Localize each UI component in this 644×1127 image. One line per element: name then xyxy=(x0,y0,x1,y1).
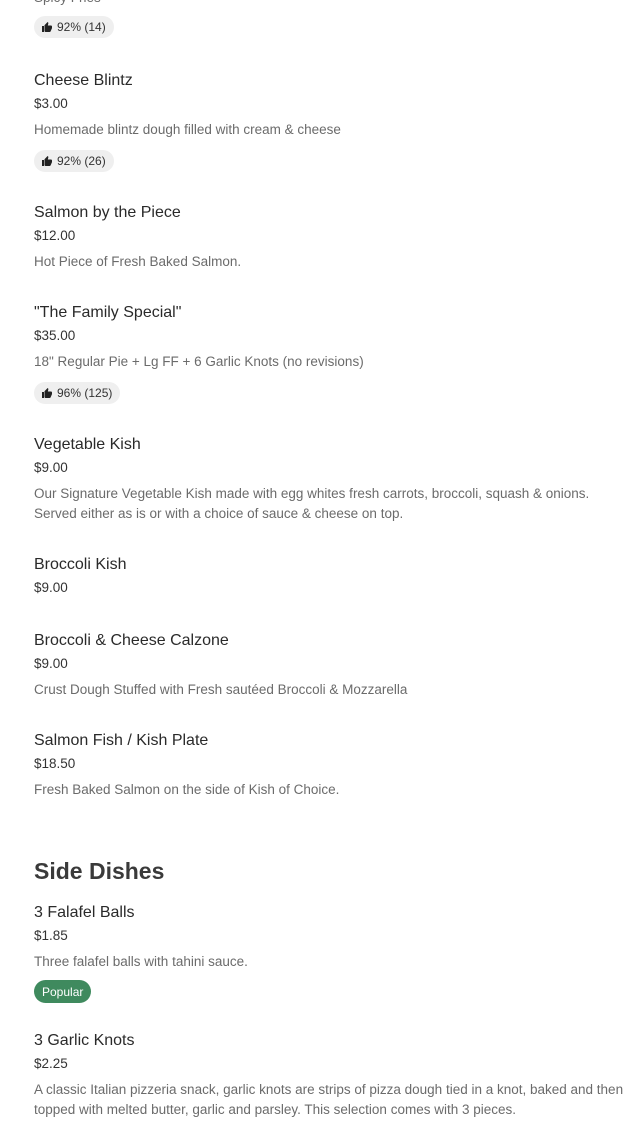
rating-text: 92% (26) xyxy=(57,154,106,168)
item-description: Three falafel balls with tahini sauce. xyxy=(34,954,248,969)
rating-text: 92% (14) xyxy=(57,20,106,34)
section-title: Side Dishes xyxy=(34,858,165,884)
item-description: Our Signature Vegetable Kish made with e… xyxy=(34,486,590,521)
item-name: 3 Falafel Balls xyxy=(34,904,135,921)
menu-item[interactable]: Cheese Blintz $3.00 Homemade blintz doug… xyxy=(34,71,624,172)
menu-item[interactable]: Vegetable Kish $9.00 Our Signature Veget… xyxy=(34,435,624,524)
thumbs-up-icon xyxy=(42,388,52,398)
item-price: $9.00 xyxy=(34,580,68,595)
item-description: 18" Regular Pie + Lg FF + 6 Garlic Knots… xyxy=(34,354,364,369)
item-name: "The Family Special" xyxy=(34,304,182,321)
item-description: Hot Piece of Fresh Baked Salmon. xyxy=(34,254,242,269)
item-price: $9.00 xyxy=(34,460,68,475)
item-description: A classic Italian pizzeria snack, garlic… xyxy=(34,1082,624,1117)
menu-item[interactable]: 3 Falafel Balls $1.85 Three falafel ball… xyxy=(34,903,624,1003)
item-description: Homemade blintz dough filled with cream … xyxy=(34,122,341,137)
item-description: Crust Dough Stuffed with Fresh sautéed B… xyxy=(34,682,408,697)
menu-item[interactable]: 3 Garlic Knots $2.25 A classic Italian p… xyxy=(34,1031,624,1120)
rating-badge: 92% (14) xyxy=(34,16,114,38)
rating-badge: 92% (26) xyxy=(34,150,114,172)
item-description: Spicy Fries xyxy=(34,0,101,8)
item-price: $1.85 xyxy=(34,928,68,943)
rating-text: 96% (125) xyxy=(57,386,113,400)
item-price: $18.50 xyxy=(34,756,76,771)
popular-badge: Popular xyxy=(34,980,92,1003)
thumbs-up-icon xyxy=(42,22,52,32)
menu-item[interactable]: Broccoli & Cheese Calzone $9.00 Crust Do… xyxy=(34,631,624,700)
menu-page: Spicy Fries 92% (14) Cheese Blintz $3.00… xyxy=(0,0,644,1127)
item-name: Vegetable Kish xyxy=(34,436,141,453)
thumbs-up-icon xyxy=(42,156,52,166)
item-price: $9.00 xyxy=(34,656,68,671)
item-price: $12.00 xyxy=(34,228,76,243)
menu-item[interactable]: Broccoli Kish $9.00 xyxy=(34,555,624,596)
menu-item[interactable]: Salmon by the Piece $12.00 Hot Piece of … xyxy=(34,203,624,272)
menu-item[interactable]: "The Family Special" $35.00 18" Regular … xyxy=(34,303,624,404)
menu-item[interactable]: Salmon Fish / Kish Plate $18.50 Fresh Ba… xyxy=(34,731,624,800)
item-price: $2.25 xyxy=(34,1056,68,1071)
rating-badge: 96% (125) xyxy=(34,382,121,404)
item-name: Broccoli Kish xyxy=(34,556,127,573)
item-name: Salmon Fish / Kish Plate xyxy=(34,732,209,749)
item-name: 3 Garlic Knots xyxy=(34,1032,135,1049)
item-name: Broccoli & Cheese Calzone xyxy=(34,632,229,649)
item-name: Cheese Blintz xyxy=(34,72,133,89)
item-price: $35.00 xyxy=(34,328,76,343)
item-name: Salmon by the Piece xyxy=(34,204,181,221)
item-price: $3.00 xyxy=(34,96,68,111)
item-description: Fresh Baked Salmon on the side of Kish o… xyxy=(34,782,340,797)
